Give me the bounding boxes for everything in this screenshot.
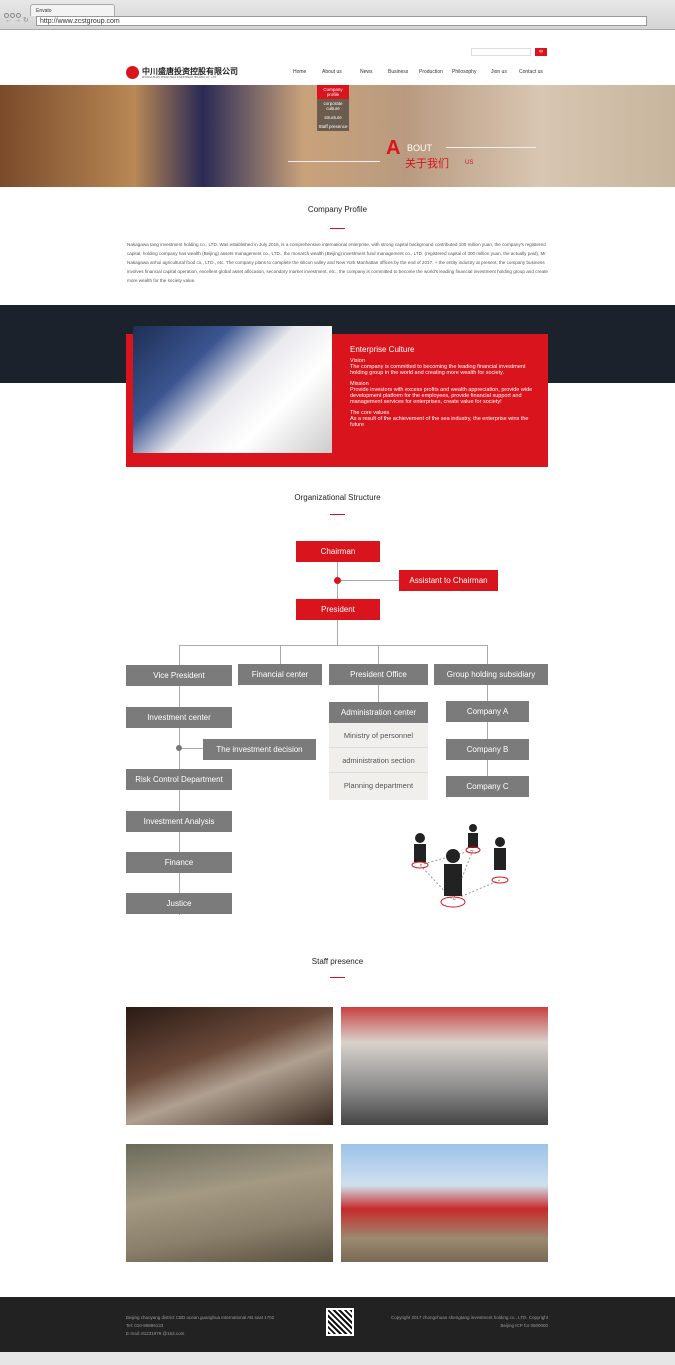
org-investment-analysis: Investment Analysis: [126, 811, 232, 832]
footer-icp: Beijing ICP for 0600000: [500, 1323, 548, 1328]
nav-contact[interactable]: Contact us: [519, 69, 543, 75]
tab-title: Envato: [36, 8, 52, 14]
browser-tab[interactable]: Envato: [30, 4, 115, 16]
nav-join[interactable]: Jion us: [491, 69, 507, 75]
values-text: As a result of the achievement of the se…: [350, 416, 529, 428]
banner-cn: 关于我们: [405, 157, 449, 170]
profile-title: Company Profile: [307, 205, 368, 214]
nav-philosophy[interactable]: Philosophy: [452, 69, 476, 75]
org-vice-president: Vice President: [126, 665, 232, 686]
dropdown-structure[interactable]: structure: [317, 113, 349, 122]
about-dropdown: Company profile corporate culture struct…: [317, 85, 349, 131]
org-finance: Finance: [126, 852, 232, 873]
nav-home[interactable]: Home: [293, 69, 306, 75]
org-assistant: Assistant to Chairman: [399, 570, 498, 591]
org-investment-decision: The investment decision: [203, 739, 316, 760]
profile-text: Nakagawa tang investment holding co., LT…: [127, 242, 548, 283]
footer-email[interactable]: E-mail: 81231979 @163.com: [126, 1330, 274, 1338]
nav-arrows-icon[interactable]: ← → ↻: [5, 16, 29, 24]
org-company-b: Company B: [446, 739, 529, 760]
org-admin-center: Administration center: [329, 702, 428, 723]
nav-business[interactable]: Business: [388, 69, 408, 75]
nav-news[interactable]: News: [360, 69, 373, 75]
title-underline: [330, 977, 345, 978]
dropdown-staff[interactable]: Staff presence: [317, 122, 349, 131]
staff-photo-meeting[interactable]: [341, 1007, 548, 1125]
banner-line: [288, 161, 380, 162]
banner-word: BOUT: [407, 143, 433, 153]
footer-copyright: Copyright 2017 zhongchuan shengtang inve…: [390, 1315, 548, 1320]
org-justice: Justice: [126, 893, 232, 914]
org-risk-control: Risk Control Department: [126, 769, 232, 790]
language-button[interactable]: 中: [535, 48, 547, 56]
org-investment-center: Investment center: [126, 707, 232, 728]
org-title: Organizational Structure: [294, 493, 381, 502]
banner-letter: A: [386, 137, 401, 159]
org-chairman: Chairman: [296, 541, 380, 562]
culture-title: Enterprise Culture: [350, 345, 415, 354]
org-admin-section: administration section: [329, 748, 428, 773]
org-planning: Planning department: [343, 781, 414, 790]
org-financial-center: Financial center: [238, 664, 322, 685]
logo-subtitle: ZHONGCHUAN SHENGTANG INVESTMENT HOLDING …: [142, 76, 217, 79]
dropdown-company-profile[interactable]: Company profile: [317, 85, 349, 99]
nav-production[interactable]: Production: [419, 69, 443, 75]
org-president-office: President Office: [329, 664, 428, 685]
nav-about[interactable]: About us: [322, 69, 342, 75]
node-dot: [176, 745, 182, 751]
document-handover-photo: [133, 326, 332, 453]
business-people-icon: [411, 824, 509, 908]
dropdown-culture[interactable]: corporate culture: [317, 99, 349, 113]
org-personnel: Ministry of personnel: [329, 723, 428, 748]
staff-photo-hiking[interactable]: [341, 1144, 548, 1262]
org-company-c: Company C: [446, 776, 529, 797]
address-bar[interactable]: http://www.zcstgroup.com: [36, 16, 647, 26]
staff-title: Staff presence: [311, 957, 364, 966]
staff-photo-dinner[interactable]: [126, 1007, 333, 1125]
qr-code-icon: [326, 1308, 354, 1336]
staff-photo-greatwall[interactable]: [126, 1144, 333, 1262]
org-president: President: [296, 599, 380, 620]
connector: [179, 748, 203, 749]
title-underline: [330, 514, 345, 515]
title-underline: [330, 228, 345, 229]
search-input[interactable]: [471, 48, 531, 56]
logo-icon[interactable]: [126, 66, 139, 79]
footer-address: Beijing chaoyang district CBD ocean guan…: [126, 1315, 275, 1320]
footer-tel: Tel: 010-85886133: [126, 1323, 164, 1328]
org-company-a: Company A: [446, 701, 529, 722]
culture-text: Enterprise Culture Vision The company is …: [350, 345, 540, 433]
connector: [179, 645, 488, 646]
org-group-holding: Group holding subsidiary: [434, 664, 548, 685]
browser-chrome: Envato ← → ↻ http://www.zcstgroup.com: [0, 0, 675, 30]
banner-us: US: [465, 160, 474, 166]
connector: [337, 580, 399, 581]
node-dot: [334, 577, 341, 584]
connector: [280, 645, 281, 664]
vision-text: The company is committed to becoming the…: [350, 364, 526, 376]
mission-text: Provide investors with excess profits an…: [350, 387, 533, 405]
office-subitems: Ministry of personnel administration sec…: [329, 723, 428, 800]
page-bottom: [0, 1352, 675, 1365]
banner-line: [446, 147, 536, 148]
